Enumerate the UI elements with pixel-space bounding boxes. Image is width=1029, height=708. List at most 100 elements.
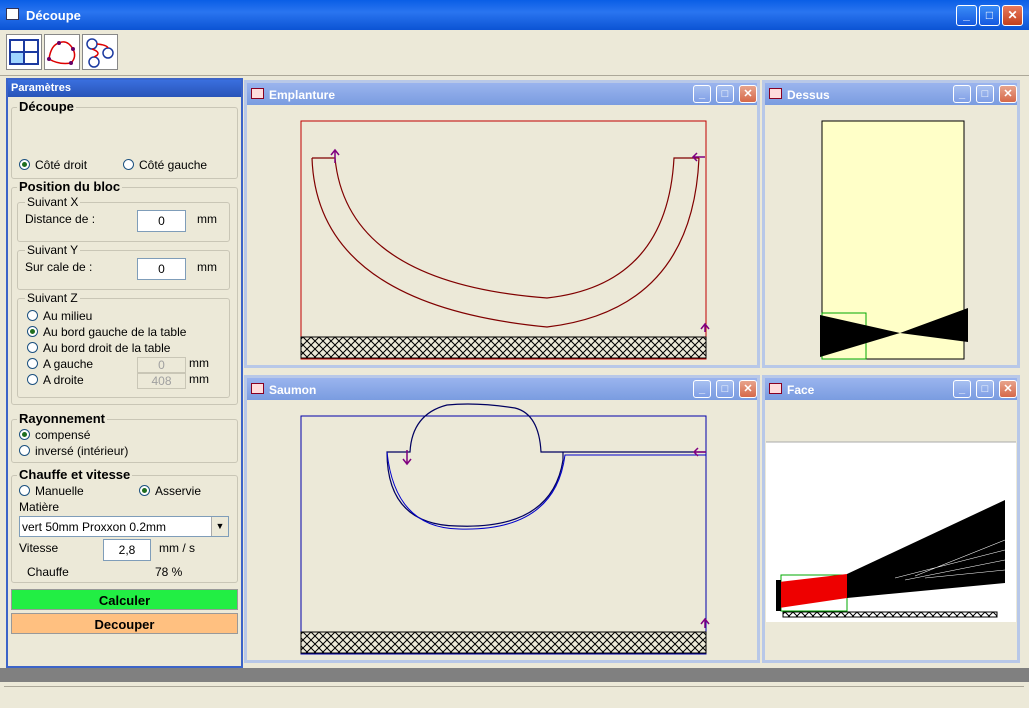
emplanture-maximize-button[interactable]: □ xyxy=(716,85,734,103)
face-canvas[interactable] xyxy=(765,400,1017,660)
app-icon xyxy=(6,8,19,20)
matiere-label: Matière xyxy=(19,500,60,514)
vitesse-input[interactable]: 2,8 xyxy=(103,539,151,561)
panel-title: Paramètres xyxy=(8,80,241,97)
manuelle-radio[interactable] xyxy=(19,485,30,496)
bord-droit-radio[interactable] xyxy=(27,342,38,353)
a-gauche-input[interactable]: 0 xyxy=(137,357,186,373)
up-arrow-icon xyxy=(330,148,340,163)
inverse-label: inversé (intérieur) xyxy=(35,444,129,458)
parameters-panel: Paramètres Découpe Côté droit Côté gauch… xyxy=(6,78,243,668)
emplanture-block xyxy=(300,120,707,360)
status-strip xyxy=(0,668,1029,682)
face-wire-post xyxy=(776,580,781,611)
emplanture-titlebar: Emplanture _ □ ✕ xyxy=(247,83,757,105)
emplanture-icon xyxy=(251,88,264,99)
cote-gauche-radio[interactable] xyxy=(123,159,134,170)
grid-icon xyxy=(9,39,39,65)
maximize-button[interactable]: □ xyxy=(979,5,1000,26)
face-title: Face xyxy=(787,383,815,397)
emplanture-outer-profile xyxy=(311,157,700,328)
face-icon xyxy=(769,383,782,394)
asservie-label: Asservie xyxy=(155,484,202,498)
calculer-button[interactable]: Calculer xyxy=(11,589,238,610)
profile-shape-icon xyxy=(47,41,76,65)
matiere-select[interactable]: vert 50mm Proxxon 0.2mm ▼ xyxy=(19,516,229,537)
manuelle-label: Manuelle xyxy=(35,484,84,498)
path-nodes-icon xyxy=(86,38,114,68)
dessus-close-button[interactable]: ✕ xyxy=(999,85,1017,103)
chevron-down-icon[interactable]: ▼ xyxy=(211,517,228,536)
au-milieu-label: Au milieu xyxy=(43,309,93,323)
rayonnement-group-label: Rayonnement xyxy=(17,411,107,426)
cale-label: Sur cale de : xyxy=(25,260,93,274)
face-titlebar: Face _ □ ✕ xyxy=(765,378,1017,400)
saumon-base xyxy=(300,631,707,654)
saumon-drawing xyxy=(300,403,710,655)
emplanture-minimize-button[interactable]: _ xyxy=(693,85,711,103)
saumon-inner-profile xyxy=(386,403,706,527)
decouper-button[interactable]: Decouper xyxy=(11,613,238,634)
emplanture-drawing xyxy=(300,120,710,360)
face-drawing xyxy=(766,441,1016,622)
suivant-x-label: Suivant X xyxy=(25,195,81,209)
decoupe-group-label: Découpe xyxy=(17,99,76,114)
face-window: Face _ □ ✕ xyxy=(762,375,1020,663)
suivant-y-label: Suivant Y xyxy=(25,243,81,257)
cote-droit-radio[interactable] xyxy=(19,159,30,170)
emplanture-title: Emplanture xyxy=(269,88,336,102)
a-gauche-label: A gauche xyxy=(43,357,94,371)
dessus-title: Dessus xyxy=(787,88,830,102)
inverse-radio[interactable] xyxy=(19,445,30,456)
profile-button[interactable] xyxy=(44,34,80,70)
saumon-minimize-button[interactable]: _ xyxy=(693,380,711,398)
emplanture-canvas[interactable] xyxy=(247,105,757,365)
bord-gauche-radio[interactable] xyxy=(27,326,38,337)
status-pane xyxy=(4,686,1024,704)
dessus-maximize-button[interactable]: □ xyxy=(976,85,994,103)
asservie-radio[interactable] xyxy=(139,485,150,496)
status-bar xyxy=(0,668,1029,708)
a-droite-input[interactable]: 408 xyxy=(137,373,186,389)
cale-input[interactable]: 0 xyxy=(137,258,186,280)
minimize-button[interactable]: _ xyxy=(956,5,977,26)
saumon-window: Saumon _ □ ✕ xyxy=(244,375,760,663)
distance-input[interactable]: 0 xyxy=(137,210,186,232)
bord-droit-label: Au bord droit de la table xyxy=(43,341,171,355)
saumon-maximize-button[interactable]: □ xyxy=(716,380,734,398)
compense-label: compensé xyxy=(35,428,91,442)
cale-unit: mm xyxy=(197,260,217,274)
toolbar xyxy=(0,30,1029,76)
au-milieu-radio[interactable] xyxy=(27,310,38,321)
a-gauche-unit: mm xyxy=(189,356,209,370)
dessus-canvas[interactable] xyxy=(765,105,1017,365)
tile-windows-button[interactable] xyxy=(6,34,42,70)
a-droite-unit: mm xyxy=(189,372,209,386)
emplanture-close-button[interactable]: ✕ xyxy=(739,85,757,103)
chauffe-value: 78 % xyxy=(155,565,183,579)
emplanture-base xyxy=(300,336,707,359)
dessus-minimize-button[interactable]: _ xyxy=(953,85,971,103)
path-button[interactable] xyxy=(82,34,118,70)
emplanture-window: Emplanture _ □ ✕ xyxy=(244,80,760,368)
cote-droit-label: Côté droit xyxy=(35,158,88,172)
window-titlebar: Découpe _ □ ✕ xyxy=(0,0,1029,30)
distance-label: Distance de : xyxy=(25,212,96,226)
dessus-icon xyxy=(769,88,782,99)
saumon-canvas[interactable] xyxy=(247,400,757,660)
a-gauche-radio[interactable] xyxy=(27,358,38,369)
dessus-drawing xyxy=(820,120,968,360)
a-droite-radio[interactable] xyxy=(27,374,38,385)
vitesse-label: Vitesse xyxy=(19,541,59,555)
face-maximize-button[interactable]: □ xyxy=(976,380,994,398)
saumon-close-button[interactable]: ✕ xyxy=(739,380,757,398)
compense-radio[interactable] xyxy=(19,429,30,440)
face-minimize-button[interactable]: _ xyxy=(953,380,971,398)
up-arrow-icon xyxy=(700,322,710,332)
saumon-titlebar: Saumon _ □ ✕ xyxy=(247,378,757,400)
emplanture-inner-profile xyxy=(312,157,699,299)
close-button[interactable]: ✕ xyxy=(1002,5,1023,26)
face-close-button[interactable]: ✕ xyxy=(999,380,1017,398)
window-title: Découpe xyxy=(26,8,81,23)
dessus-titlebar: Dessus _ □ ✕ xyxy=(765,83,1017,105)
